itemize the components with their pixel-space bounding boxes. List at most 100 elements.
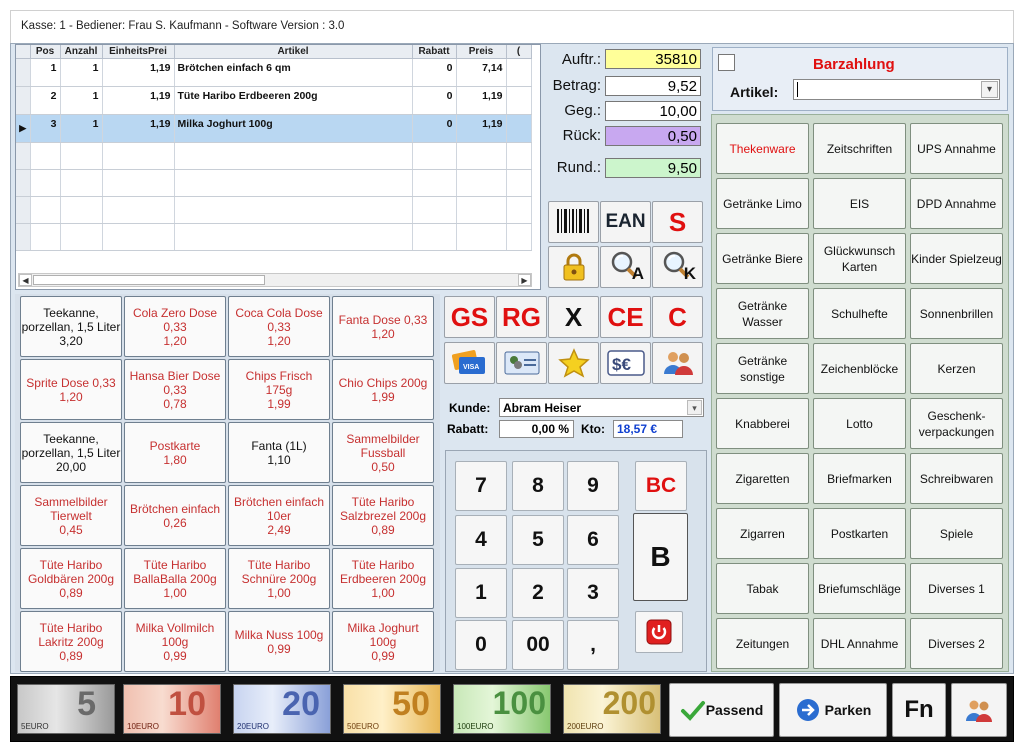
search-kunde-button[interactable]: K <box>652 246 703 288</box>
geg-value[interactable]: 10,00 <box>605 101 701 121</box>
key-2[interactable]: 2 <box>512 568 564 618</box>
col-pos[interactable]: Pos <box>30 45 61 59</box>
category-button[interactable]: Getränke Limo <box>716 178 809 229</box>
col-extra[interactable]: ( <box>506 45 532 59</box>
key-00[interactable]: 00 <box>512 620 564 670</box>
col-einheitspreis[interactable]: EinheitsPrei <box>102 45 175 59</box>
passend-button[interactable]: Passend <box>669 683 774 737</box>
category-button[interactable]: Schreibwaren <box>910 453 1003 504</box>
product-button[interactable]: Tüte Haribo Lakritz 200g 0,89 <box>20 611 122 672</box>
c-button[interactable]: C <box>652 296 703 338</box>
product-button[interactable]: Milka Nuss 100g 0,99 <box>228 611 330 672</box>
key-3[interactable]: 3 <box>567 568 619 618</box>
banknote-20[interactable]: 20 20EURO <box>233 684 331 734</box>
category-button[interactable]: Spiele <box>910 508 1003 559</box>
category-button[interactable]: Geschenk-verpackungen <box>910 398 1003 449</box>
product-button[interactable]: Milka Vollmilch 100g 0,99 <box>124 611 226 672</box>
artikel-select[interactable]: ▾ <box>793 79 1000 100</box>
category-button[interactable]: Zigaretten <box>716 453 809 504</box>
product-button[interactable]: Sprite Dose 0,33 1,20 <box>20 359 122 420</box>
payment-checkbox[interactable] <box>718 54 735 71</box>
key-6[interactable]: 6 <box>567 515 619 565</box>
category-button[interactable]: Sonnenbrillen <box>910 288 1003 339</box>
category-button[interactable]: Glückwunsch Karten <box>813 233 906 284</box>
category-button[interactable]: Zigarren <box>716 508 809 559</box>
product-button[interactable]: Chio Chips 200g 1,99 <box>332 359 434 420</box>
kunde-select[interactable]: Abram Heiser ▾ <box>499 398 704 417</box>
barcode-button[interactable] <box>548 201 599 243</box>
product-button[interactable]: Sammelbilder Fussball 0,50 <box>332 422 434 483</box>
key-0[interactable]: 0 <box>455 620 507 670</box>
category-button[interactable]: Getränke Biere <box>716 233 809 284</box>
product-button[interactable]: Tüte Haribo BallaBalla 200g 1,00 <box>124 548 226 609</box>
key-comma[interactable]: , <box>567 620 619 670</box>
table-row-selected[interactable]: ▶ 3 1 1,19 Milka Joghurt 100g 0 1,19 <box>16 114 532 143</box>
product-button[interactable]: Tüte Haribo Goldbären 200g 0,89 <box>20 548 122 609</box>
lock-button[interactable] <box>548 246 599 288</box>
category-button[interactable]: UPS Annahme <box>910 123 1003 174</box>
category-button[interactable]: Diverses 1 <box>910 563 1003 614</box>
category-button[interactable]: Getränke sonstige <box>716 343 809 394</box>
category-button[interactable]: Postkarten <box>813 508 906 559</box>
category-button[interactable]: Thekenware <box>716 123 809 174</box>
rg-button[interactable]: RG <box>496 296 547 338</box>
key-8[interactable]: 8 <box>512 461 564 511</box>
key-5[interactable]: 5 <box>512 515 564 565</box>
category-button[interactable]: Kerzen <box>910 343 1003 394</box>
product-button[interactable]: Hansa Bier Dose 0,33 0,78 <box>124 359 226 420</box>
scroll-right-icon[interactable]: ▶ <box>518 274 531 286</box>
category-button[interactable]: EIS <box>813 178 906 229</box>
product-button[interactable]: Chips Frisch 175g 1,99 <box>228 359 330 420</box>
product-button[interactable]: Brötchen einfach 0,26 <box>124 485 226 546</box>
product-button[interactable]: Sammelbilder Tierwelt 0,45 <box>20 485 122 546</box>
category-button[interactable]: Briefmarken <box>813 453 906 504</box>
banknote-100[interactable]: 100 100EURO <box>453 684 551 734</box>
product-button[interactable]: Milka Joghurt 100g 0,99 <box>332 611 434 672</box>
category-button[interactable]: Getränke Wasser <box>716 288 809 339</box>
category-button[interactable]: Kinder Spielzeug <box>910 233 1003 284</box>
product-button[interactable]: Tüte Haribo Erdbeeren 200g 1,00 <box>332 548 434 609</box>
scroll-thumb[interactable] <box>33 275 265 285</box>
receipt-grid[interactable]: Pos Anzahl EinheitsPrei Artikel Rabatt P… <box>15 44 541 290</box>
key-7[interactable]: 7 <box>455 461 507 511</box>
table-row[interactable]: 2 1 1,19 Tüte Haribo Erdbeeren 200g 0 1,… <box>16 86 532 115</box>
col-anzahl[interactable]: Anzahl <box>60 45 103 59</box>
chevron-down-icon[interactable]: ▾ <box>981 81 998 98</box>
product-button[interactable]: Tüte Haribo Salzbrezel 200g 0,89 <box>332 485 434 546</box>
product-button[interactable]: Tüte Haribo Schnüre 200g 1,00 <box>228 548 330 609</box>
users-switch-button[interactable] <box>951 683 1007 737</box>
key-4[interactable]: 4 <box>455 515 507 565</box>
col-artikel[interactable]: Artikel <box>174 45 413 59</box>
col-rabatt[interactable]: Rabatt <box>412 45 457 59</box>
fn-button[interactable]: Fn <box>892 683 946 737</box>
col-preis[interactable]: Preis <box>456 45 507 59</box>
x-button[interactable]: X <box>548 296 599 338</box>
banknote-200[interactable]: 200 200EURO <box>563 684 661 734</box>
category-button[interactable]: Zeitschriften <box>813 123 906 174</box>
category-button[interactable]: Knabberei <box>716 398 809 449</box>
table-row[interactable]: 1 1 1,19 Brötchen einfach 6 qm 0 7,14 <box>16 58 532 87</box>
category-button[interactable]: Zeichenblöcke <box>813 343 906 394</box>
product-button[interactable]: Brötchen einfach 10er 2,49 <box>228 485 330 546</box>
product-button[interactable]: Coca Cola Dose 0,33 1,20 <box>228 296 330 357</box>
category-button[interactable]: Zeitungen <box>716 618 809 669</box>
users-button[interactable] <box>652 342 703 384</box>
category-button[interactable]: Lotto <box>813 398 906 449</box>
key-9[interactable]: 9 <box>567 461 619 511</box>
banknote-10[interactable]: 10 10EURO <box>123 684 221 734</box>
category-button[interactable]: Schulhefte <box>813 288 906 339</box>
banknote-50[interactable]: 50 50EURO <box>343 684 441 734</box>
card-payment-button[interactable]: VISA <box>444 342 495 384</box>
product-button[interactable]: Teekanne, porzellan, 1,5 Liter 3,20 <box>20 296 122 357</box>
key-1[interactable]: 1 <box>455 568 507 618</box>
category-button[interactable]: DPD Annahme <box>910 178 1003 229</box>
product-button[interactable]: Postkarte 1,80 <box>124 422 226 483</box>
category-button[interactable]: Briefumschläge <box>813 563 906 614</box>
ce-button[interactable]: CE <box>600 296 651 338</box>
key-b[interactable]: B <box>633 513 688 601</box>
product-button[interactable]: Cola Zero Dose 0,33 1,20 <box>124 296 226 357</box>
category-button[interactable]: DHL Annahme <box>813 618 906 669</box>
product-button[interactable]: Fanta (1L) 1,10 <box>228 422 330 483</box>
favorites-button[interactable] <box>548 342 599 384</box>
category-button[interactable]: Tabak <box>716 563 809 614</box>
